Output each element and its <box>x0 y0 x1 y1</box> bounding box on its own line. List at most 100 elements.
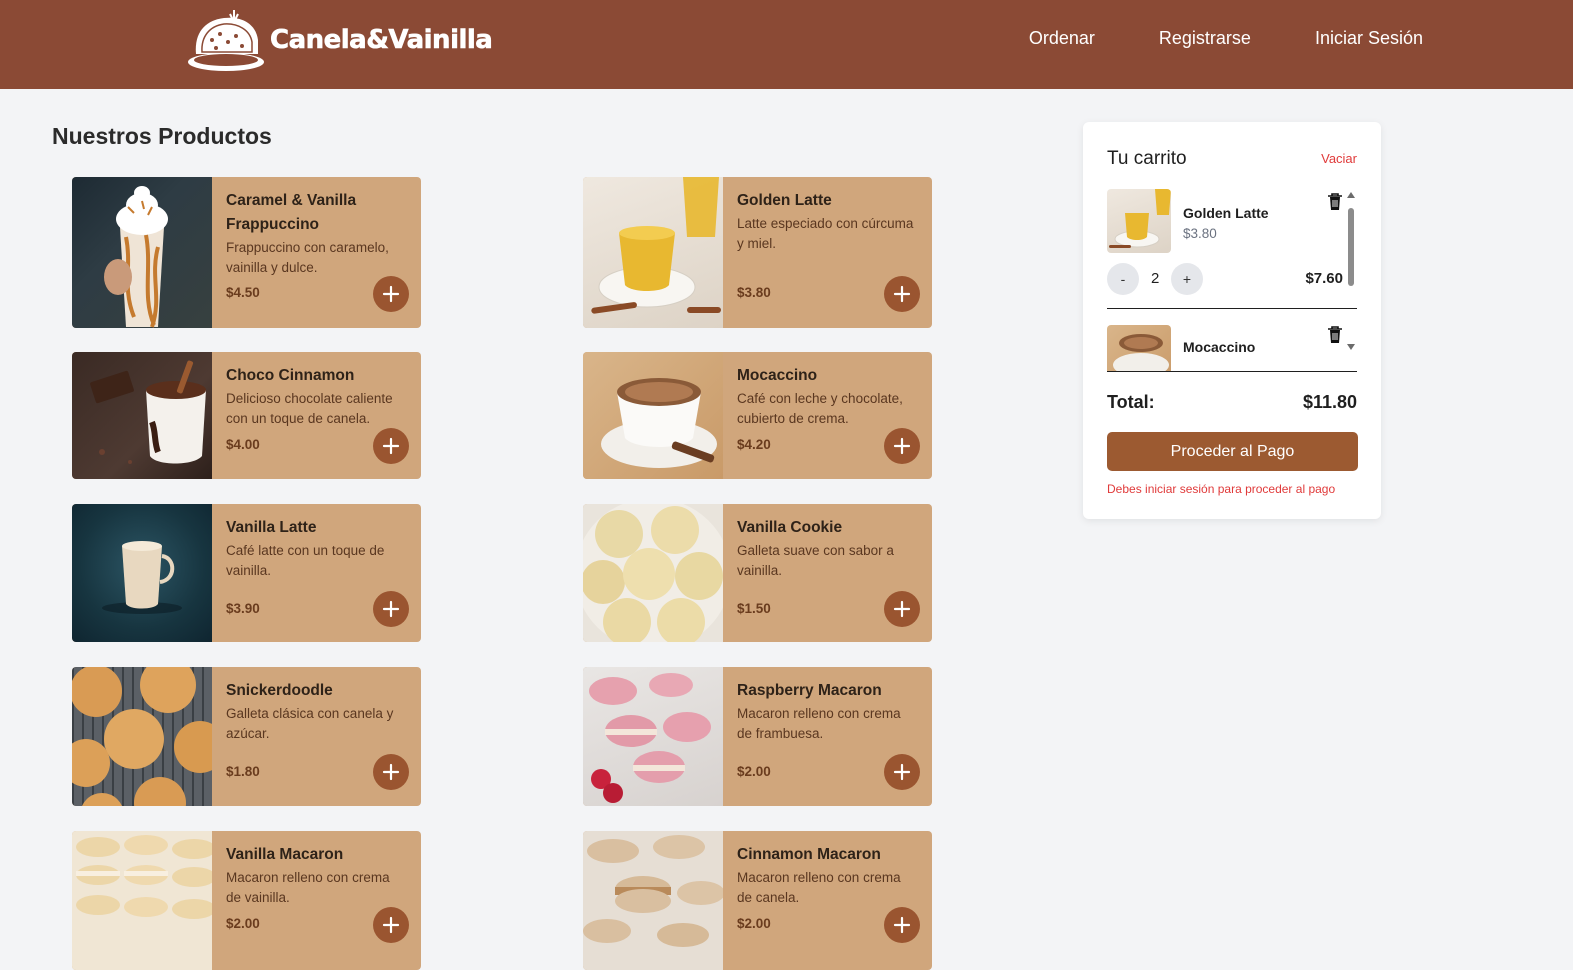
cart-item-price: $3.80 <box>1183 226 1217 241</box>
brand-name: Canela&Vainilla <box>270 25 493 56</box>
product-description: Café latte con un toque de vainilla. <box>226 543 385 578</box>
checkout-button[interactable]: Proceder al Pago <box>1107 432 1358 471</box>
trash-icon[interactable] <box>1327 326 1343 344</box>
login-required-note: Debes iniciar sesión para proceder al pa… <box>1107 482 1336 496</box>
product-card: Vanilla Cookie Galleta suave con sabor a… <box>583 504 932 642</box>
product-description: Frappuccino con caramelo, vainilla y dul… <box>226 240 389 275</box>
nav-iniciar-sesion[interactable]: Iniciar Sesión <box>1315 28 1423 49</box>
add-to-cart-button[interactable] <box>373 276 409 312</box>
product-info: Mocaccino Café con leche y chocolate, cu… <box>723 352 932 479</box>
product-card: Golden Latte Latte especiado con cúrcuma… <box>583 177 932 328</box>
product-description: Latte especiado con cúrcuma y miel. <box>737 216 914 251</box>
product-name: Vanilla Latte <box>226 519 317 536</box>
page-title: Nuestros Productos <box>52 123 272 149</box>
cart-item-name: Mocaccino <box>1183 339 1256 355</box>
plus-icon <box>382 285 400 303</box>
cinnamon-macaron-photo <box>583 831 723 970</box>
product-card: Cinnamon Macaron Macaron relleno con cre… <box>583 831 932 970</box>
brand-logo[interactable]: Canela&Vainilla <box>184 10 493 74</box>
add-to-cart-button[interactable] <box>373 428 409 464</box>
product-name: Mocaccino <box>737 367 818 384</box>
vanilla-cookie-photo <box>583 504 723 642</box>
product-price: $1.80 <box>226 764 260 779</box>
raspberry-macaron-photo <box>583 667 723 806</box>
decrease-quantity-button[interactable]: - <box>1107 263 1139 295</box>
site-header: Canela&Vainilla Ordenar Registrarse Inic… <box>0 0 1573 89</box>
product-name: Raspberry Macaron <box>737 682 882 699</box>
product-card: Caramel & Vanilla Frappuccino Frappuccin… <box>72 177 421 328</box>
scroll-thumb[interactable] <box>1348 208 1354 286</box>
product-price: $2.00 <box>737 764 771 779</box>
product-info: Caramel & Vanilla Frappuccino Frappuccin… <box>212 177 421 328</box>
plus-icon <box>893 916 911 934</box>
add-to-cart-button[interactable] <box>373 754 409 790</box>
product-name: Snickerdoodle <box>226 682 333 699</box>
divider <box>1107 371 1357 372</box>
cake-logo-icon <box>188 10 264 71</box>
product-name: Vanilla Macaron <box>226 846 344 863</box>
golden-latte-photo <box>583 177 723 328</box>
vanilla-latte-photo <box>72 504 212 642</box>
product-info: Cinnamon Macaron Macaron relleno con cre… <box>723 831 932 970</box>
product-info: Raspberry Macaron Macaron relleno con cr… <box>723 667 932 806</box>
product-info: Golden Latte Latte especiado con cúrcuma… <box>723 177 932 328</box>
divider <box>1107 308 1357 309</box>
product-description: Café con leche y chocolate, cubierto de … <box>737 391 903 426</box>
quantity-value: 2 <box>1151 270 1160 287</box>
scroll-up-arrow-icon[interactable] <box>1347 192 1355 198</box>
cart-title: Tu carrito <box>1107 148 1187 169</box>
product-name: Caramel & Vanilla Frappuccino <box>226 192 357 233</box>
product-description: Galleta suave con sabor a vainilla. <box>737 543 894 578</box>
cart-item-name: Golden Latte <box>1183 205 1269 221</box>
total-label: Total: <box>1107 392 1155 412</box>
add-to-cart-button[interactable] <box>884 591 920 627</box>
product-description: Delicioso chocolate caliente con un toqu… <box>226 391 393 426</box>
product-description: Macaron relleno con crema de frambuesa. <box>737 706 901 741</box>
product-name: Vanilla Cookie <box>737 519 843 536</box>
product-price: $4.00 <box>226 437 260 452</box>
add-to-cart-button[interactable] <box>373 907 409 943</box>
product-card: Mocaccino Café con leche y chocolate, cu… <box>583 352 932 479</box>
vanilla-macaron-photo <box>72 831 212 970</box>
product-price: $2.00 <box>226 916 260 931</box>
product-card: Snickerdoodle Galleta clásica con canela… <box>72 667 421 806</box>
product-price: $2.00 <box>737 916 771 931</box>
plus-icon <box>893 763 911 781</box>
product-card: Vanilla Latte Café latte con un toque de… <box>72 504 421 642</box>
product-price: $4.20 <box>737 437 771 452</box>
clear-cart-button[interactable]: Vaciar <box>1321 151 1357 166</box>
nav-registrarse[interactable]: Registrarse <box>1159 28 1251 49</box>
product-info: Vanilla Cookie Galleta suave con sabor a… <box>723 504 932 642</box>
product-price: $1.50 <box>737 601 771 616</box>
product-name: Choco Cinnamon <box>226 367 355 384</box>
scroll-down-arrow-icon[interactable] <box>1347 344 1355 350</box>
product-description: Macaron relleno con crema de vainilla. <box>226 870 390 905</box>
nav-ordenar[interactable]: Ordenar <box>1029 28 1095 49</box>
cart-item: Golden Latte $3.80 - 2 + $7.60 <box>1107 189 1343 309</box>
plus-icon <box>893 437 911 455</box>
mocaccino-photo <box>583 352 723 479</box>
cart-panel: Tu carrito Vaciar Golden Latte $3.80 - 2 <box>1083 122 1381 519</box>
add-to-cart-button[interactable] <box>884 276 920 312</box>
product-price: $3.80 <box>737 285 771 300</box>
trash-icon[interactable] <box>1327 193 1343 211</box>
cart-scrollbar[interactable] <box>1345 190 1357 360</box>
product-info: Vanilla Latte Café latte con un toque de… <box>212 504 421 642</box>
plus-icon <box>382 916 400 934</box>
increase-quantity-button[interactable]: + <box>1171 263 1203 295</box>
hot-chocolate-photo <box>72 352 212 479</box>
product-name: Golden Latte <box>737 192 832 209</box>
plus-icon <box>893 600 911 618</box>
add-to-cart-button[interactable] <box>373 591 409 627</box>
product-card: Vanilla Macaron Macaron relleno con crem… <box>72 831 421 970</box>
product-description: Macaron relleno con crema de canela. <box>737 870 901 905</box>
add-to-cart-button[interactable] <box>884 907 920 943</box>
total-value: $11.80 <box>1302 392 1357 412</box>
mocaccino-thumbnail <box>1107 325 1171 372</box>
product-name: Cinnamon Macaron <box>737 846 881 863</box>
product-card: Choco Cinnamon Delicioso chocolate calie… <box>72 352 421 479</box>
add-to-cart-button[interactable] <box>884 754 920 790</box>
plus-icon <box>382 763 400 781</box>
add-to-cart-button[interactable] <box>884 428 920 464</box>
cart-items-list[interactable]: Golden Latte $3.80 - 2 + $7.60 Mocaccino <box>1107 186 1357 372</box>
